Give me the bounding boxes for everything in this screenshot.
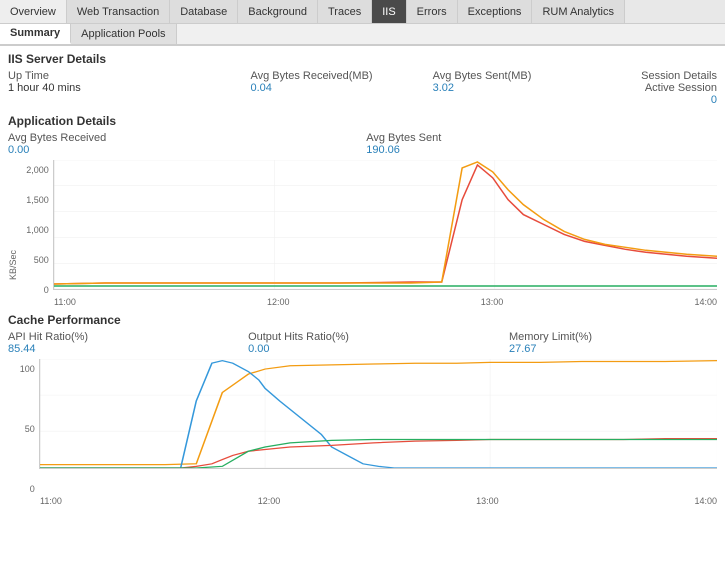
- tab-rum-analytics[interactable]: RUM Analytics: [532, 0, 625, 23]
- y-tick-500: 500: [34, 255, 49, 265]
- cache-x-tick-1100: 11:00: [40, 496, 62, 506]
- app-metrics-row: Avg Bytes Received 0.00 Avg Bytes Sent 1…: [8, 132, 717, 156]
- avg-bytes-received-label: Avg Bytes Received(MB): [251, 70, 373, 82]
- app-x-axis: 11:00 12:00 13:00 14:00: [22, 297, 717, 307]
- x-tick-1200: 12:00: [267, 297, 290, 307]
- server-details-row: Up Time 1 hour 40 mins Avg Bytes Receive…: [8, 70, 717, 106]
- app-avg-bytes-sent-label: Avg Bytes Sent: [366, 132, 441, 144]
- cache-y-tick-0: 0: [30, 484, 35, 494]
- cache-metrics-row: API Hit Ratio(%) 85.44 Output Hits Ratio…: [8, 331, 717, 355]
- uptime-value: 1 hour 40 mins: [8, 82, 81, 94]
- app-y-axis-label: KB/Sec: [8, 160, 18, 280]
- main-content: IIS Server Details Up Time 1 hour 40 min…: [0, 46, 725, 582]
- api-hit-value: 85.44: [8, 343, 88, 355]
- cache-section: Cache Performance API Hit Ratio(%) 85.44…: [8, 313, 717, 506]
- avg-bytes-sent-label: Avg Bytes Sent(MB): [433, 70, 532, 82]
- memory-limit-block: Memory Limit(%) 27.67: [509, 331, 592, 355]
- api-hit-block: API Hit Ratio(%) 85.44: [8, 331, 88, 355]
- app-chart-svg: [53, 160, 717, 290]
- y-tick-1500: 1,500: [26, 195, 49, 205]
- session-block: Session Details Active Session 0: [641, 70, 717, 106]
- app-chart-wrapper: KB/Sec 2,000 1,500 1,000 500 0: [8, 160, 717, 307]
- memory-limit-label: Memory Limit(%): [509, 331, 592, 343]
- cache-y-tick-50: 50: [25, 424, 35, 434]
- tab-overview[interactable]: Overview: [0, 0, 67, 23]
- cache-chart-container: 100 50 0: [8, 359, 717, 506]
- app-avg-bytes-received-value: 0.00: [8, 144, 106, 156]
- tab-background[interactable]: Background: [238, 0, 318, 23]
- y-tick-0: 0: [44, 285, 49, 295]
- app-y-axis: 2,000 1,500 1,000 500 0: [22, 165, 53, 295]
- y-tick-2000: 2,000: [26, 165, 49, 175]
- cache-chart-svg: [39, 359, 717, 469]
- sub-tab-bar: Summary Application Pools: [0, 24, 725, 46]
- tab-application-pools[interactable]: Application Pools: [71, 24, 176, 44]
- x-tick-1100: 11:00: [54, 297, 76, 307]
- cache-x-tick-1300: 13:00: [476, 496, 499, 506]
- cache-y-axis: 100 50 0: [8, 364, 39, 494]
- tab-database[interactable]: Database: [170, 0, 238, 23]
- tab-web-transaction[interactable]: Web Transaction: [67, 0, 170, 23]
- main-tab-bar: Overview Web Transaction Database Backgr…: [0, 0, 725, 24]
- iis-server-section: IIS Server Details Up Time 1 hour 40 min…: [8, 52, 717, 106]
- active-session-value: 0: [641, 94, 717, 106]
- avg-bytes-received-value: 0.04: [251, 82, 373, 94]
- app-chart-container: 2,000 1,500 1,000 500 0: [22, 160, 717, 307]
- y-tick-1000: 1,000: [26, 225, 49, 235]
- active-session-label: Active Session: [641, 82, 717, 94]
- tab-errors[interactable]: Errors: [407, 0, 458, 23]
- output-hits-value: 0.00: [248, 343, 349, 355]
- uptime-label: Up Time: [8, 70, 81, 82]
- memory-limit-value: 27.67: [509, 343, 592, 355]
- cache-y-tick-100: 100: [20, 364, 35, 374]
- x-tick-1400: 14:00: [694, 297, 717, 307]
- x-tick-1300: 13:00: [481, 297, 504, 307]
- uptime-block: Up Time 1 hour 40 mins: [8, 70, 81, 106]
- avg-metrics: Avg Bytes Received(MB) 0.04 Avg Bytes Se…: [251, 70, 532, 106]
- api-hit-label: API Hit Ratio(%): [8, 331, 88, 343]
- tab-traces[interactable]: Traces: [318, 0, 372, 23]
- session-details-label: Session Details: [641, 70, 717, 82]
- avg-bytes-sent-block: Avg Bytes Sent(MB) 3.02: [433, 70, 532, 106]
- iis-server-title: IIS Server Details: [8, 52, 717, 66]
- cache-x-tick-1400: 14:00: [694, 496, 717, 506]
- cache-x-axis: 11:00 12:00 13:00 14:00: [8, 496, 717, 506]
- output-hits-block: Output Hits Ratio(%) 0.00: [248, 331, 349, 355]
- cache-title: Cache Performance: [8, 313, 717, 327]
- app-avg-bytes-received-label: Avg Bytes Received: [8, 132, 106, 144]
- cache-x-tick-1200: 12:00: [258, 496, 281, 506]
- tab-exceptions[interactable]: Exceptions: [458, 0, 533, 23]
- cache-chart-wrapper: 100 50 0: [8, 359, 717, 506]
- avg-bytes-sent-value: 3.02: [433, 82, 532, 94]
- tab-summary[interactable]: Summary: [0, 24, 71, 44]
- app-avg-bytes-received: Avg Bytes Received 0.00: [8, 132, 106, 156]
- app-avg-bytes-sent: Avg Bytes Sent 190.06: [366, 132, 441, 156]
- app-avg-bytes-sent-value: 190.06: [366, 144, 441, 156]
- tab-iis[interactable]: IIS: [372, 0, 406, 23]
- app-details-section: Application Details Avg Bytes Received 0…: [8, 114, 717, 307]
- avg-bytes-received-block: Avg Bytes Received(MB) 0.04: [251, 70, 373, 106]
- app-details-title: Application Details: [8, 114, 717, 128]
- output-hits-label: Output Hits Ratio(%): [248, 331, 349, 343]
